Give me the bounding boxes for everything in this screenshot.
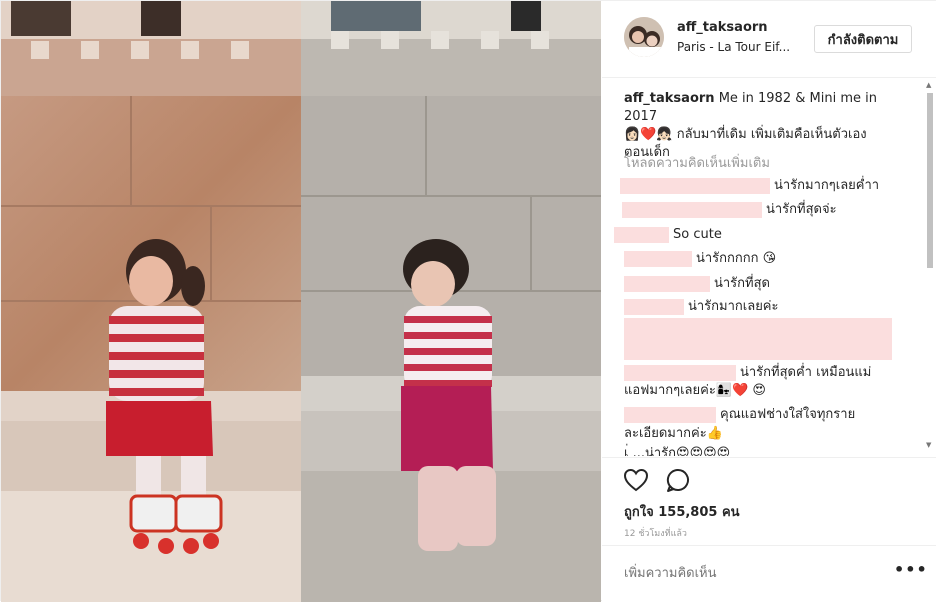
comment-emoji: 😘 <box>762 251 777 266</box>
comment-text: น่ารักกกกก <box>696 251 759 266</box>
scroll-up-arrow-icon[interactable]: ▲ <box>926 81 931 89</box>
comment-item: น่ารักมากเลยค่ะ <box>624 297 914 317</box>
add-comment-input[interactable] <box>624 561 874 585</box>
comment-emoji: 👩‍👧❤️ 😍 <box>715 383 766 398</box>
scrollbar-thumb[interactable] <box>927 93 933 268</box>
comment-text: So cute <box>673 227 722 242</box>
comment-text: เ่ ...น่ารัก <box>624 446 677 456</box>
caption-text-line2: กลับมาที่เดิม เพิ่มเติมคือเห็นตัวเอง <box>676 127 867 142</box>
comment-text: น่ารักที่สุดค่ำ เหมือนแม่ <box>740 365 872 380</box>
comment-item: น่ารักมากๆเลยค่ำา <box>620 176 914 196</box>
comment-text: คุณแอฟช่างใส่ใจทุกราย <box>720 407 856 422</box>
likes-count[interactable]: ถูกใจ 155,805 คน <box>624 501 740 522</box>
comment-emoji: 😍😍😍😍 <box>676 446 731 456</box>
comment-emoji: 👍 <box>706 426 723 441</box>
comment-text: น่ารักที่สุด <box>714 276 770 291</box>
redacted-username <box>624 406 716 423</box>
caption-username[interactable]: aff_taksaorn <box>624 91 715 106</box>
comment-text: น่ารักมากๆเลยค่ำา <box>774 178 880 193</box>
redacted-username <box>620 177 770 194</box>
comment-item: แอฟมากๆเลยค่ะ👩‍👧❤️ 😍 <box>624 381 914 401</box>
photo-1982 <box>1 1 301 602</box>
comment-text: น่ารักที่สุดจ่ะ <box>766 202 837 217</box>
redacted-username <box>622 201 762 218</box>
load-more-comments-link[interactable]: โหลดความคิดเห็นเพิ่มเติม <box>624 152 770 173</box>
comment-item: คุณแอฟช่างใส่ใจทุกราย <box>624 405 914 425</box>
post-actions: ถูกใจ 155,805 คน 12 ชั่วโมงที่แล้ว ••• <box>602 457 936 603</box>
comments-list: aff_taksaorn Me in 1982 & Mini me in 201… <box>602 78 936 456</box>
photo-2017 <box>301 1 601 602</box>
redacted-username <box>624 364 736 381</box>
redacted-username <box>624 250 692 267</box>
comment-item: น่ารักที่สุด <box>624 274 914 294</box>
following-button[interactable]: กำลังติดตาม <box>814 25 912 53</box>
redacted-comment <box>624 318 892 360</box>
comment-bubble-icon[interactable] <box>664 466 692 494</box>
scroll-down-arrow-icon[interactable]: ▼ <box>926 441 931 449</box>
comment-text: น่ารักมากเลยค่ะ <box>688 299 779 314</box>
instagram-post: aff_taksaorn Paris - La Tour Eif... กำลั… <box>0 0 936 602</box>
redacted-username <box>624 275 710 292</box>
redacted-username <box>624 298 684 315</box>
caption-emoji: 👩🏻❤️👧🏻 <box>624 127 673 142</box>
comment-item: น่ารักที่สุดค่ำ เหมือนแม่ <box>624 363 914 383</box>
post-side-panel: aff_taksaorn Paris - La Tour Eif... กำลั… <box>602 1 936 602</box>
post-photo[interactable] <box>1 1 601 602</box>
comment-item: น่ารักกกกก 😘 <box>624 249 914 269</box>
header-username[interactable]: aff_taksaorn <box>677 20 768 35</box>
comment-text: ละเอียดมากค่ะ <box>624 426 707 441</box>
comment-item: So cute <box>614 225 914 245</box>
add-comment-section: ••• <box>602 545 936 604</box>
comment-item: ละเอียดมากค่ะ👍 <box>624 424 914 444</box>
comment-text: แอฟมากๆเลยค่ะ <box>624 383 716 398</box>
heart-icon[interactable] <box>622 466 650 494</box>
more-options-icon[interactable]: ••• <box>894 560 928 579</box>
post-timestamp[interactable]: 12 ชั่วโมงที่แล้ว <box>624 526 687 540</box>
header-location[interactable]: Paris - La Tour Eif... <box>677 40 802 54</box>
comment-item: น่ารักที่สุดจ่ะ <box>622 200 914 220</box>
redacted-username <box>614 226 669 243</box>
avatar[interactable] <box>624 17 664 57</box>
comment-item: เ่ ...น่ารัก😍😍😍😍 <box>624 444 914 456</box>
post-header: aff_taksaorn Paris - La Tour Eif... กำลั… <box>602 1 936 78</box>
